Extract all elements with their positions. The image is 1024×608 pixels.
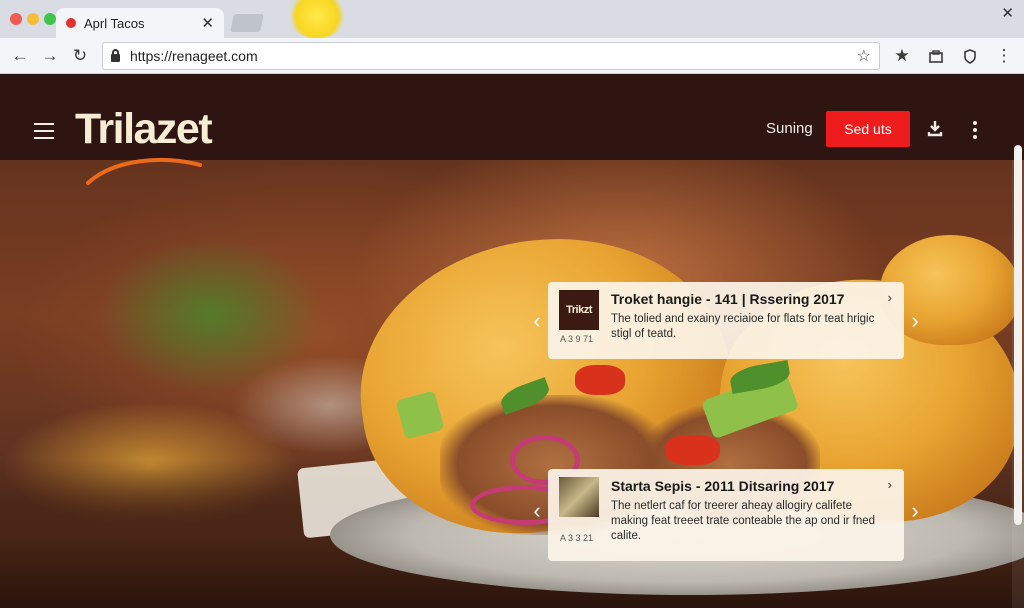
site-header: Trilazet Suning Sed uts — [0, 75, 1024, 160]
hamburger-menu-icon[interactable] — [34, 123, 54, 139]
chevron-right-icon[interactable]: › — [888, 290, 892, 305]
tab-title: Aprl Tacos — [84, 15, 145, 31]
forward-arrow-icon[interactable]: → — [38, 44, 62, 68]
extension-icon[interactable] — [958, 44, 982, 68]
tab-manager-icon[interactable] — [924, 44, 948, 68]
card-description: The tolied and exainy reciaioe for flats… — [611, 313, 875, 340]
address-url: https://renageet.com — [130, 48, 258, 64]
back-arrow-icon[interactable]: ← — [8, 44, 32, 68]
carousel-next-icon-2[interactable]: › — [907, 498, 923, 524]
tomato-2 — [665, 435, 720, 465]
bookmark-star-icon[interactable]: ☆ — [857, 46, 871, 66]
sun-decoration — [286, 0, 348, 38]
tomato — [575, 365, 625, 395]
carousel-next-icon[interactable]: › — [907, 308, 923, 334]
card-thumbnail — [559, 477, 599, 517]
address-bar[interactable]: https://renageet.com ☆ — [102, 42, 880, 70]
article-card[interactable]: A 3 3 21 Starta Sepis - 2011 Ditsaring 2… — [548, 469, 904, 561]
tab-close-icon[interactable]: ✕ — [201, 16, 214, 31]
card-thumbnail: Trikzt — [559, 290, 599, 330]
browser-tab-bar: Aprl Tacos ✕ ✕ — [0, 0, 1024, 38]
carousel-prev-icon-2[interactable]: ‹ — [529, 498, 545, 524]
download-icon[interactable] — [926, 119, 944, 137]
new-tab-button[interactable] — [230, 14, 264, 32]
logo-swoosh — [86, 157, 202, 185]
cta-button[interactable]: Sed uts — [826, 111, 910, 147]
card-meta: A 3 3 21 — [560, 533, 594, 543]
scrollbar-thumb[interactable] — [1014, 145, 1022, 525]
browser-menu-icon[interactable]: ⋮ — [992, 44, 1016, 68]
card-title[interactable]: Starta Sepis - 2011 Ditsaring 2017 — [611, 478, 834, 494]
thumbnail-label: Trikzt — [566, 304, 592, 316]
browser-tab[interactable]: Aprl Tacos ✕ — [56, 8, 224, 38]
card-description: The netlert caf for treerer aheay allogi… — [611, 500, 876, 542]
lock-icon — [111, 49, 120, 62]
nav-link[interactable]: Suning — [766, 120, 813, 137]
carousel-prev-icon[interactable]: ‹ — [529, 308, 545, 334]
page-content: Trilazet Suning Sed uts Trikzt A 3 9 71 … — [0, 75, 1024, 608]
window-maximize-dot[interactable] — [44, 13, 56, 25]
chevron-right-icon[interactable]: › — [888, 477, 892, 492]
more-options-icon[interactable] — [972, 121, 978, 139]
browser-toolbar: ← → ↻ https://renageet.com ☆ ★ ⋮ — [0, 38, 1024, 74]
window-minimize-dot[interactable] — [27, 13, 39, 25]
card-meta: A 3 9 71 — [560, 334, 594, 344]
window-close-dot[interactable] — [10, 13, 22, 25]
card-title[interactable]: Troket hangie - 141 | Rssering 2017 — [611, 291, 844, 307]
bookmarks-icon[interactable]: ★ — [890, 44, 914, 68]
article-card[interactable]: Trikzt A 3 9 71 Troket hangie - 141 | Rs… — [548, 282, 904, 359]
window-close-icon[interactable]: ✕ — [1001, 4, 1014, 22]
reload-icon[interactable]: ↻ — [68, 44, 92, 68]
site-logo[interactable]: Trilazet — [75, 105, 213, 154]
favicon-icon — [66, 18, 76, 28]
